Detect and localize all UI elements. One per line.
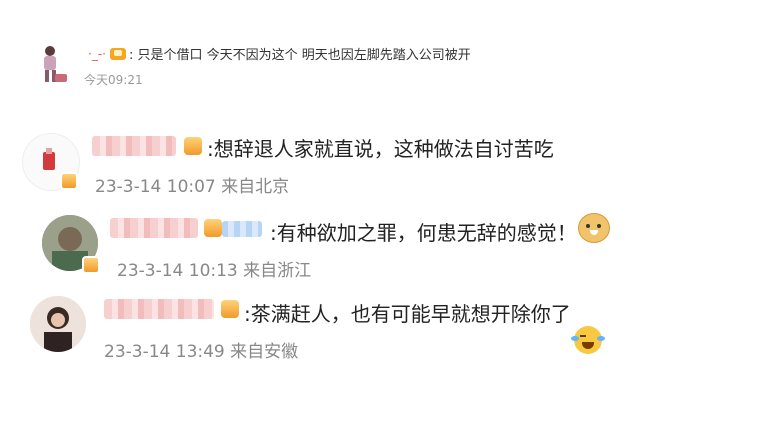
- quoted-text: : 只是个借口 今天不因为这个 明天也因左脚先踏入公司被开: [128, 48, 471, 63]
- comment-text: :有种欲加之罪，何患无辞的感觉！: [270, 221, 577, 245]
- vip-badge-icon: [204, 219, 222, 237]
- quoted-comment: ·_-· : 只是个借口 今天不因为这个 明天也因左脚先踏入公司被开: [88, 44, 471, 64]
- quoted-avatar[interactable]: [38, 44, 70, 84]
- vip-badge-icon: [60, 172, 78, 190]
- quoted-username[interactable]: ·_-·: [88, 47, 106, 61]
- comment-date: 23-3-14 10:07: [95, 177, 216, 197]
- vip-badge-icon: [184, 137, 202, 155]
- comment-avatar[interactable]: [30, 296, 86, 352]
- comment-username[interactable]: [104, 299, 214, 319]
- comment-meta: 23-3-14 10:13 来自浙江: [117, 256, 311, 281]
- comment-location: 来自北京: [221, 177, 290, 197]
- quoted-timestamp: 今天09:21: [84, 73, 143, 87]
- comment-text: :茶满赶人，也有可能早就想开除你了: [244, 302, 571, 326]
- member-badge-icon: [222, 221, 262, 237]
- comment-username[interactable]: [110, 218, 198, 238]
- comment-date: 23-3-14 13:49: [104, 342, 225, 362]
- comment-text: :想辞退人家就直说，这种做法自讨苦吃: [207, 137, 554, 161]
- comment-location: 来自浙江: [243, 261, 312, 281]
- vip-badge-icon: [221, 300, 239, 318]
- comment-meta: 23-3-14 10:07 来自北京: [95, 172, 289, 197]
- vip-badge-icon: [82, 256, 100, 274]
- doge-icon: [578, 213, 610, 243]
- comment-meta: 23-3-14 13:49 来自安徽: [104, 337, 298, 362]
- comment-date: 23-3-14 10:13: [117, 261, 238, 281]
- crown-badge-icon: [109, 47, 126, 60]
- crying-laughing-icon: [571, 326, 605, 354]
- comment-location: 来自安徽: [230, 342, 299, 362]
- comment-username[interactable]: [92, 136, 176, 156]
